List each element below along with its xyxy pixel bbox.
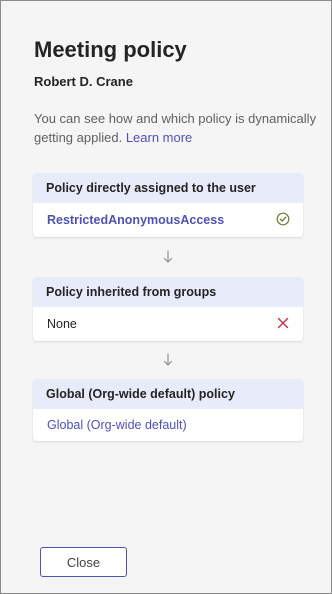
page-title: Meeting policy [34,37,187,62]
card-body: Global (Org-wide default) [33,409,303,441]
card-body: RestrictedAnonymousAccess [33,203,303,237]
description: You can see how and which policy is dyna… [34,109,319,147]
card-body: None [33,307,303,341]
global-policy-link[interactable]: Global (Org-wide default) [47,418,187,432]
meeting-policy-panel: Meeting policy Robert D. Crane You can s… [0,0,332,594]
check-circle-icon [276,212,290,229]
card-header: Policy inherited from groups [33,277,303,307]
x-icon [276,316,290,333]
group-policy-card: Policy inherited from groups None [33,277,303,341]
learn-more-link[interactable]: Learn more [126,130,192,145]
close-button[interactable]: Close [40,547,127,577]
direct-policy-card: Policy directly assigned to the user Res… [33,173,303,237]
arrow-down-icon [161,249,175,265]
card-header: Policy directly assigned to the user [33,173,303,203]
global-policy-card: Global (Org-wide default) policy Global … [33,379,303,441]
group-policy-value: None [47,317,77,331]
direct-policy-link[interactable]: RestrictedAnonymousAccess [47,213,224,227]
user-name: Robert D. Crane [34,74,133,89]
card-header: Global (Org-wide default) policy [33,379,303,409]
arrow-down-icon [161,352,175,368]
